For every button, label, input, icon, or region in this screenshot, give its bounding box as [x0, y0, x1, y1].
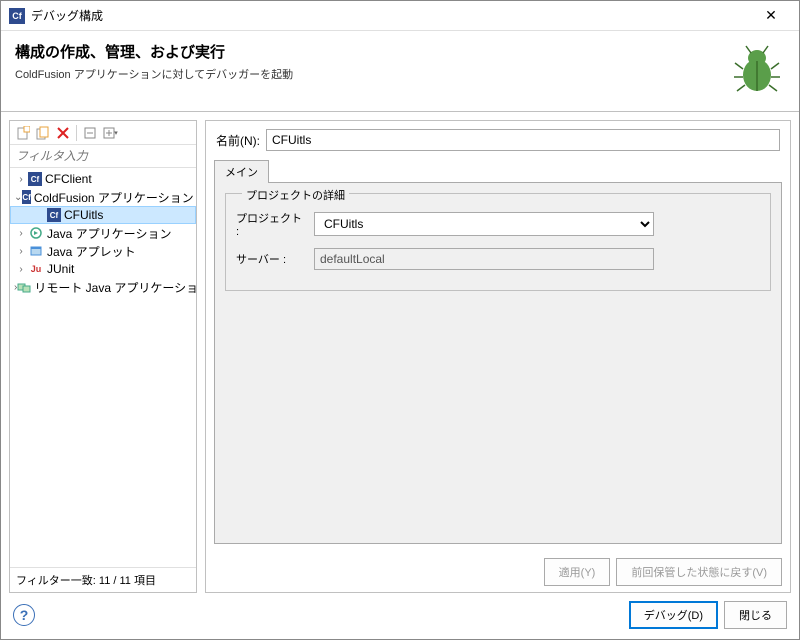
- close-icon[interactable]: ✕: [751, 2, 791, 30]
- chevron-right-icon[interactable]: ›: [14, 244, 28, 258]
- expand-button[interactable]: ▾: [101, 124, 119, 142]
- titlebar: Cf デバッグ構成 ✕: [1, 1, 799, 31]
- chevron-down-icon[interactable]: ⌄: [14, 190, 22, 204]
- tabs: メイン: [206, 159, 790, 182]
- config-tree[interactable]: › Cf CFClient ⌄ Cf ColdFusion アプリケーション C…: [10, 168, 196, 567]
- tree-label: CFClient: [45, 172, 92, 186]
- server-label: サーバー :: [236, 251, 306, 267]
- chevron-right-icon[interactable]: ›: [14, 172, 28, 186]
- project-select[interactable]: CFUitls: [314, 212, 654, 236]
- project-details-fieldset: プロジェクトの詳細 プロジェクト : CFUitls サーバー :: [225, 193, 771, 291]
- close-button[interactable]: 閉じる: [724, 601, 787, 629]
- tree-label: Java アプレット: [47, 243, 136, 260]
- tree-item-remote-java[interactable]: › リモート Java アプリケーション: [10, 278, 196, 296]
- delete-button[interactable]: [54, 124, 72, 142]
- header-subtitle: ColdFusion アプリケーションに対してデバッガーを起動: [15, 66, 729, 82]
- tree-label: Java アプリケーション: [47, 225, 171, 242]
- fieldset-legend: プロジェクトの詳細: [242, 187, 349, 203]
- toolbar-separator: [76, 125, 77, 141]
- apply-button[interactable]: 適用(Y): [544, 558, 611, 586]
- left-pane: ▾ › Cf CFClient ⌄ Cf ColdFusion アプリケーション…: [9, 120, 197, 593]
- tree-label: JUnit: [47, 262, 74, 276]
- cf-icon: Cf: [47, 208, 61, 222]
- filter-match-count: フィルター一致: 11 / 11 項目: [10, 567, 196, 592]
- java-app-icon: [28, 225, 44, 241]
- debug-button[interactable]: デバッグ(D): [629, 601, 718, 629]
- new-button[interactable]: [14, 124, 32, 142]
- remote-java-icon: [17, 279, 31, 295]
- cf-icon: Cf: [28, 172, 42, 186]
- revert-button[interactable]: 前回保管した状態に戻す(V): [616, 558, 782, 586]
- name-label: 名前(N):: [216, 132, 260, 149]
- tree-item-cfuitls[interactable]: Cf CFUitls: [10, 206, 196, 224]
- cf-icon: Cf: [22, 190, 30, 204]
- project-label: プロジェクト :: [236, 210, 306, 238]
- body: ▾ › Cf CFClient ⌄ Cf ColdFusion アプリケーション…: [1, 112, 799, 593]
- name-row: 名前(N):: [206, 121, 790, 159]
- junit-icon: Ju: [28, 261, 44, 277]
- collapse-button[interactable]: [81, 124, 99, 142]
- applet-icon: [28, 243, 44, 259]
- app-icon: Cf: [9, 8, 25, 24]
- right-pane: 名前(N): メイン プロジェクトの詳細 プロジェクト : CFUitls: [205, 120, 791, 593]
- filter: [10, 145, 196, 168]
- right-buttons: 適用(Y) 前回保管した状態に戻す(V): [206, 552, 790, 592]
- tree-item-java-applet[interactable]: › Java アプレット: [10, 242, 196, 260]
- chevron-right-icon[interactable]: ›: [14, 262, 28, 276]
- tree-label: ColdFusion アプリケーション: [34, 189, 194, 206]
- tab-pane: プロジェクトの詳細 プロジェクト : CFUitls サーバー :: [214, 182, 782, 544]
- server-input: [314, 248, 654, 270]
- tree-item-java-app[interactable]: › Java アプリケーション: [10, 224, 196, 242]
- tree-item-cfclient[interactable]: › Cf CFClient: [10, 170, 196, 188]
- toolbar: ▾: [10, 121, 196, 145]
- header: 構成の作成、管理、および実行 ColdFusion アプリケーションに対してデバ…: [1, 31, 799, 112]
- name-input[interactable]: [266, 129, 780, 151]
- titlebar-title: デバッグ構成: [31, 7, 751, 24]
- tab-main[interactable]: メイン: [214, 160, 269, 183]
- filter-input[interactable]: [10, 145, 196, 167]
- server-row: サーバー :: [236, 248, 760, 270]
- header-title: 構成の作成、管理、および実行: [15, 41, 729, 62]
- duplicate-button[interactable]: [34, 124, 52, 142]
- chevron-right-icon[interactable]: ›: [14, 226, 28, 240]
- help-icon[interactable]: ?: [13, 604, 35, 626]
- footer: ? デバッグ(D) 閉じる: [1, 593, 799, 639]
- tree-label: リモート Java アプリケーション: [34, 279, 196, 296]
- tree-item-junit[interactable]: › Ju JUnit: [10, 260, 196, 278]
- dialog-window: Cf デバッグ構成 ✕ 構成の作成、管理、および実行 ColdFusion アプ…: [0, 0, 800, 640]
- project-row: プロジェクト : CFUitls: [236, 210, 760, 238]
- bug-icon: [729, 41, 785, 97]
- tree-item-coldfusion-app[interactable]: ⌄ Cf ColdFusion アプリケーション: [10, 188, 196, 206]
- tree-label: CFUitls: [64, 208, 103, 222]
